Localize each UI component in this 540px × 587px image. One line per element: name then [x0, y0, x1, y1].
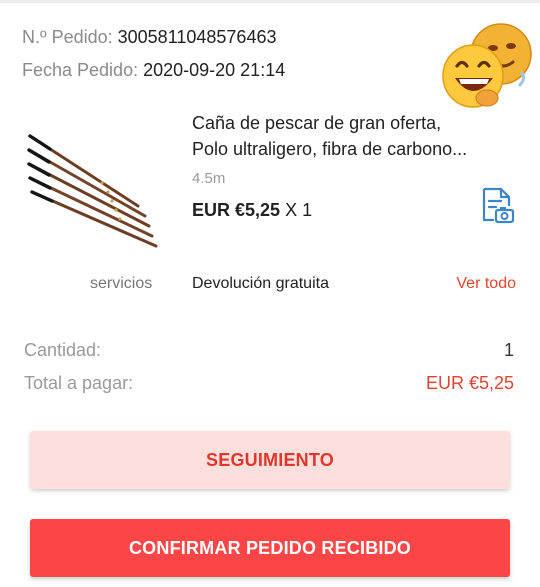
total-value: EUR €5,25	[425, 373, 514, 393]
order-number: N.º Pedido: 3005811048576463	[22, 27, 276, 48]
order-number-value: 3005811048576463	[117, 27, 277, 47]
order-date: Fecha Pedido: 2020-09-20 21:14	[22, 60, 285, 81]
quantity-label: Cantidad:	[24, 340, 102, 360]
total-label: Total a pagar:	[24, 373, 134, 393]
view-all-link[interactable]: Ver todo	[456, 275, 516, 293]
emoji-sticker-icon	[442, 23, 532, 108]
product-title[interactable]: Caña de pescar de gran oferta, Polo ultr…	[192, 110, 522, 162]
confirm-received-button[interactable]: CONFIRMAR PEDIDO RECIBIDO	[30, 519, 510, 577]
product-title-line-1: Caña de pescar de gran oferta,	[192, 113, 442, 133]
order-snapshot-icon[interactable]	[479, 187, 515, 225]
product-quantity: X 1	[285, 200, 313, 220]
product-price-row: EUR €5,25 X 1	[192, 200, 312, 221]
quantity-value: 1	[503, 340, 514, 360]
order-number-label: N.º Pedido:	[22, 27, 113, 47]
services-value: Devolución gratuita	[192, 275, 329, 292]
top-divider	[0, 0, 540, 3]
tracking-button[interactable]: SEGUIMIENTO	[30, 431, 510, 489]
product-variant: 4.5m	[192, 170, 226, 187]
product-image[interactable]	[20, 108, 178, 256]
order-date-label: Fecha Pedido:	[22, 60, 139, 80]
product-price: EUR €5,25	[192, 200, 281, 220]
product-title-line-2: Polo ultraligero, fibra de carbono...	[192, 139, 468, 159]
services-label: servicios	[90, 275, 153, 292]
order-date-value: 2020-09-20 21:14	[143, 60, 286, 80]
